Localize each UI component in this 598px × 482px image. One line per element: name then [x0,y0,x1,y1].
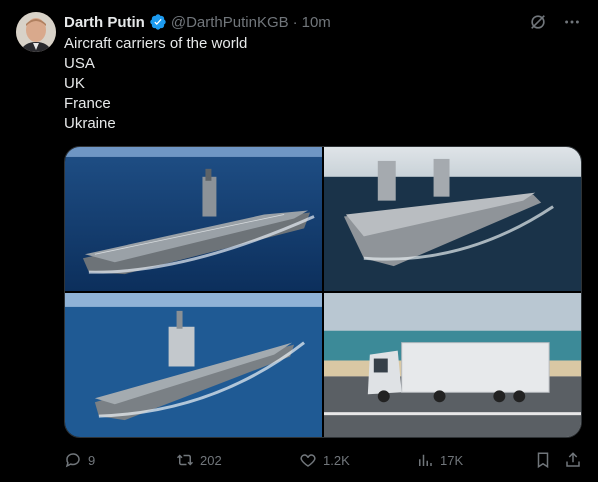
tweet-line: Ukraine [64,115,116,132]
action-bar: 9 202 1.2K 17K [64,450,582,470]
share-button[interactable] [564,451,582,469]
more-icon[interactable] [562,12,582,32]
reply-button[interactable]: 9 [64,451,95,469]
heart-icon [300,454,316,467]
verified-badge-icon [149,13,167,31]
bookmark-icon [537,452,549,469]
avatar[interactable] [16,12,56,52]
author-handle[interactable]: @DarthPutinKGB [171,14,289,31]
tweet-line: USA [64,55,95,72]
reply-count: 9 [88,452,96,468]
media-image-uk-carrier[interactable] [324,147,581,291]
post-time[interactable]: 10m [302,14,331,31]
repost-icon [176,454,194,466]
share-icon [566,452,580,467]
views-icon [419,454,432,466]
grok-icon[interactable] [528,12,548,32]
tweet-line: France [64,95,111,112]
author-name[interactable]: Darth Putin [64,14,145,31]
repost-button[interactable]: 202 [176,451,222,469]
media-grid [64,146,582,438]
like-button[interactable]: 1.2K [299,451,350,469]
tweet-line: Aircraft carriers of the world [64,35,248,52]
repost-count: 202 [200,452,222,468]
tweet-header: Darth Putin @DarthPutinKGB · 10m [64,12,582,32]
media-image-ukraine-truck[interactable] [324,293,581,437]
tweet-line: UK [64,75,85,92]
separator-dot: · [292,13,298,31]
bookmark-button[interactable] [534,451,552,469]
like-count: 1.2K [323,452,350,468]
media-image-usa-carrier[interactable] [65,147,322,291]
reply-icon [65,453,80,468]
views-button[interactable]: 17K [416,451,463,469]
views-count: 17K [440,452,464,468]
tweet-text: Aircraft carriers of the world USA UK Fr… [64,34,247,134]
media-image-france-carrier[interactable] [65,293,322,437]
